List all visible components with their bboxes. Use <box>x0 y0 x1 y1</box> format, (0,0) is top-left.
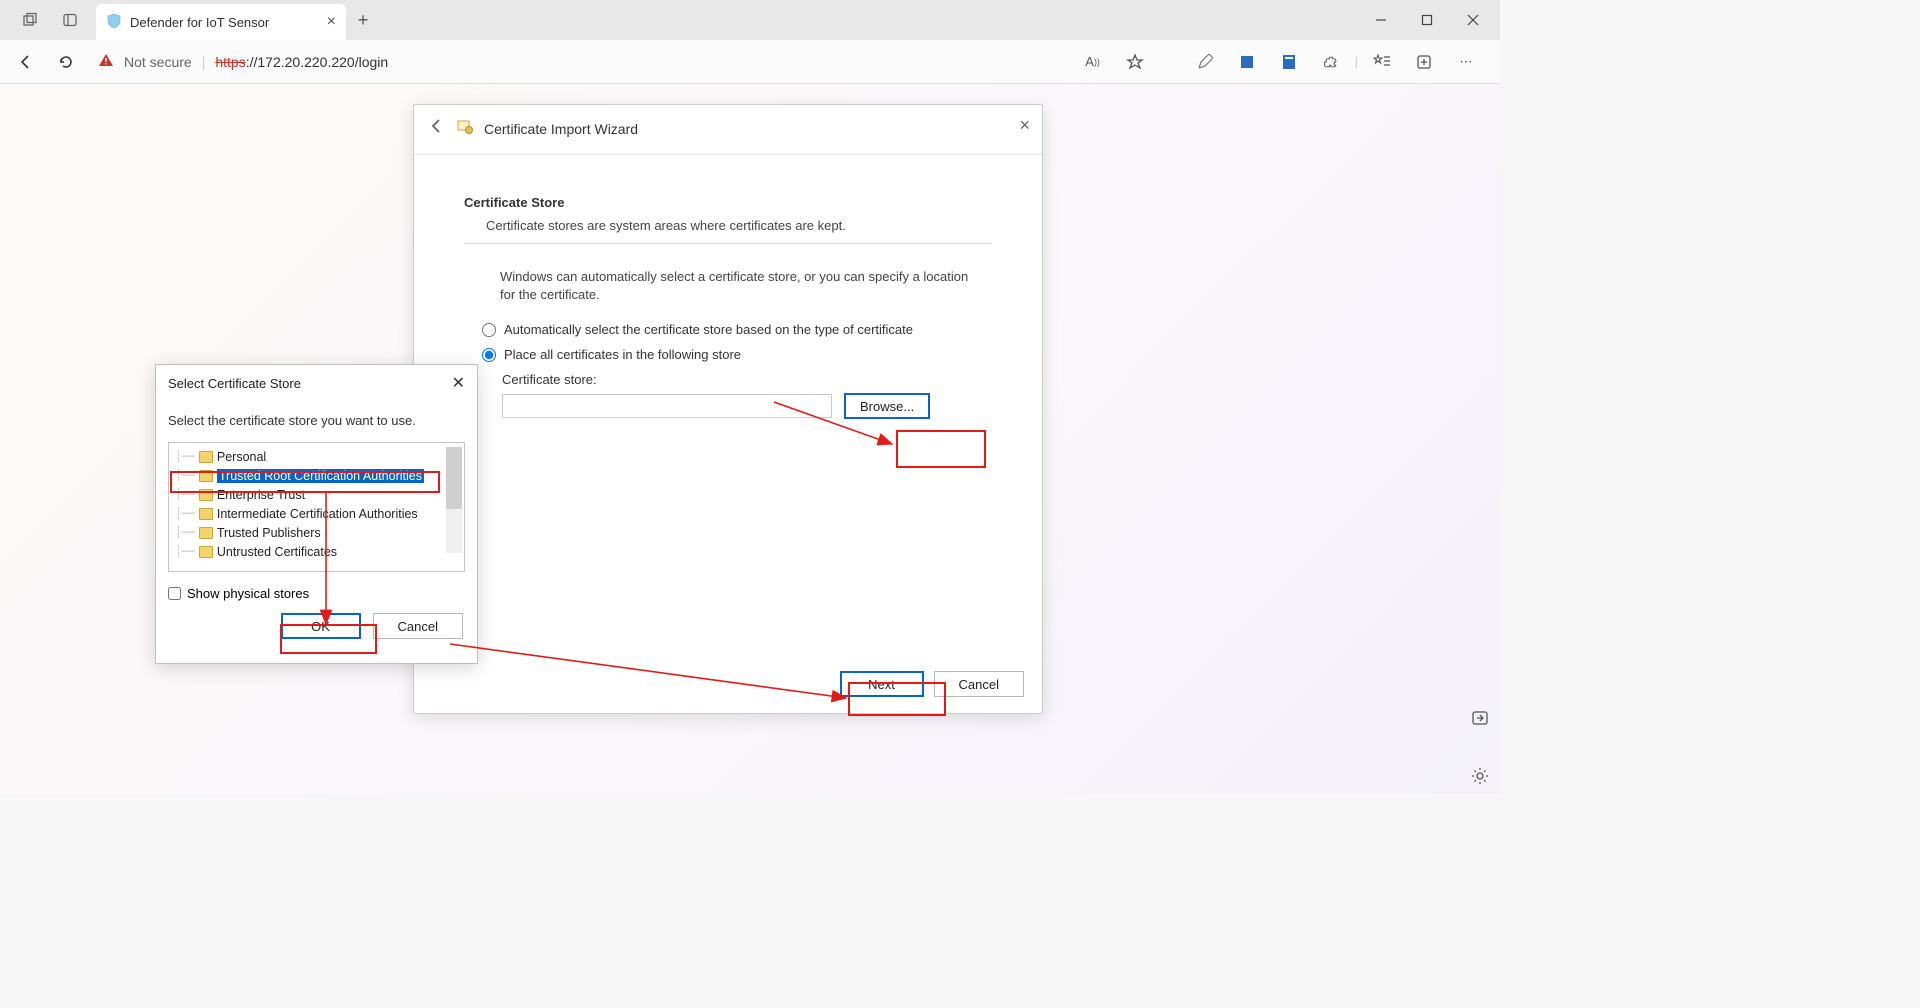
menu-icon[interactable]: ⋯ <box>1448 44 1484 80</box>
collections-icon[interactable] <box>1406 44 1442 80</box>
folder-icon <box>199 470 213 482</box>
show-physical-input[interactable] <box>168 587 181 600</box>
wizard-close-icon[interactable]: × <box>1019 115 1030 136</box>
radio-auto-label: Automatically select the certificate sto… <box>504 322 913 337</box>
tab-close-icon[interactable]: × <box>327 13 336 31</box>
next-button[interactable]: Next <box>840 671 924 697</box>
tree-item[interactable]: ┊── Untrusted Certificates <box>175 542 458 561</box>
select-certificate-store-dialog: Select Certificate Store ✕ Select the ce… <box>155 364 478 664</box>
ok-button[interactable]: OK <box>281 613 361 639</box>
tab-actions-icon[interactable] <box>12 4 48 36</box>
security-status: Not secure <box>124 54 192 70</box>
edge-sidebar-icons <box>1466 704 1494 790</box>
radio-place-all[interactable]: Place all certificates in the following … <box>482 347 992 362</box>
sidebar-toggle-icon[interactable] <box>52 4 88 36</box>
pen-icon[interactable] <box>1187 44 1223 80</box>
tree-item[interactable]: ┊── Trusted Root Certification Authoriti… <box>175 466 458 485</box>
radio-place-label: Place all certificates in the following … <box>504 347 741 362</box>
url-text: https://172.20.220.220/login <box>215 54 388 70</box>
wizard-cancel-button[interactable]: Cancel <box>934 671 1024 697</box>
shield-icon <box>106 13 122 32</box>
folder-icon <box>199 546 213 558</box>
section-subtext: Certificate stores are system areas wher… <box>486 218 992 233</box>
tree-item[interactable]: ┊── Intermediate Certification Authoriti… <box>175 504 458 523</box>
maximize-icon[interactable] <box>1404 0 1450 40</box>
radio-auto-select[interactable]: Automatically select the certificate sto… <box>482 322 992 337</box>
tab-title: Defender for IoT Sensor <box>130 15 269 30</box>
browse-button[interactable]: Browse... <box>844 393 930 419</box>
store-dialog-message: Select the certificate store you want to… <box>156 401 477 434</box>
scrollbar-thumb[interactable] <box>446 447 462 509</box>
wizard-back-icon[interactable] <box>428 117 446 140</box>
page-content: × Certificate Import Wizard Certificate … <box>0 84 1500 794</box>
tree-item[interactable]: ┊── Enterprise Trust <box>175 485 458 504</box>
store-dialog-close-icon[interactable]: ✕ <box>452 373 465 393</box>
store-cancel-button[interactable]: Cancel <box>373 613 463 639</box>
folder-icon <box>199 527 213 539</box>
cert-store-tree[interactable]: ┊── Personal┊── Trusted Root Certificati… <box>168 442 465 572</box>
store-dialog-title: Select Certificate Store <box>168 376 301 391</box>
address-bar[interactable]: Not secure | https://172.20.220.220/logi… <box>88 45 1071 79</box>
favorite-icon[interactable] <box>1117 44 1153 80</box>
warning-icon <box>98 52 114 71</box>
tree-item-label: Enterprise Trust <box>217 488 305 502</box>
folder-icon <box>199 489 213 501</box>
collections-blue-icon[interactable] <box>1229 44 1265 80</box>
tree-item-label: Trusted Root Certification Authorities <box>217 469 424 483</box>
folder-icon <box>199 451 213 463</box>
sidebar-expand-icon[interactable] <box>1466 704 1494 732</box>
tree-item-label: Personal <box>217 450 266 464</box>
settings-gear-icon[interactable] <box>1466 762 1494 790</box>
folder-icon <box>199 508 213 520</box>
browser-tab[interactable]: Defender for IoT Sensor × <box>96 4 346 40</box>
help-text: Windows can automatically select a certi… <box>500 268 980 304</box>
tree-item[interactable]: ┊── Trusted Publishers <box>175 523 458 542</box>
radio-auto-input[interactable] <box>482 323 496 337</box>
back-icon[interactable] <box>8 44 44 80</box>
favorites-list-icon[interactable] <box>1364 44 1400 80</box>
minimize-icon[interactable] <box>1358 0 1404 40</box>
cert-store-input[interactable] <box>502 394 832 418</box>
tree-item-label: Untrusted Certificates <box>217 545 337 559</box>
extensions-icon[interactable] <box>1313 44 1349 80</box>
cert-icon <box>456 118 474 139</box>
browser-titlebar: Defender for IoT Sensor × + <box>0 0 1500 40</box>
tree-item-label: Trusted Publishers <box>217 526 321 540</box>
wizard-title: Certificate Import Wizard <box>484 121 638 137</box>
tree-item[interactable]: ┊── Personal <box>175 447 458 466</box>
cert-store-label: Certificate store: <box>502 372 992 387</box>
certificate-import-wizard: × Certificate Import Wizard Certificate … <box>413 104 1043 714</box>
show-physical-stores-checkbox[interactable]: Show physical stores <box>156 580 477 605</box>
radio-place-input[interactable] <box>482 348 496 362</box>
reading-list-icon[interactable] <box>1271 44 1307 80</box>
new-tab-button[interactable]: + <box>346 10 380 31</box>
section-heading: Certificate Store <box>464 195 992 210</box>
refresh-icon[interactable] <box>48 44 84 80</box>
close-window-icon[interactable] <box>1450 0 1496 40</box>
read-aloud-icon[interactable]: A)) <box>1075 44 1111 80</box>
tree-item-label: Intermediate Certification Authorities <box>217 507 418 521</box>
show-physical-label: Show physical stores <box>187 586 309 601</box>
browser-toolbar: Not secure | https://172.20.220.220/logi… <box>0 40 1500 84</box>
